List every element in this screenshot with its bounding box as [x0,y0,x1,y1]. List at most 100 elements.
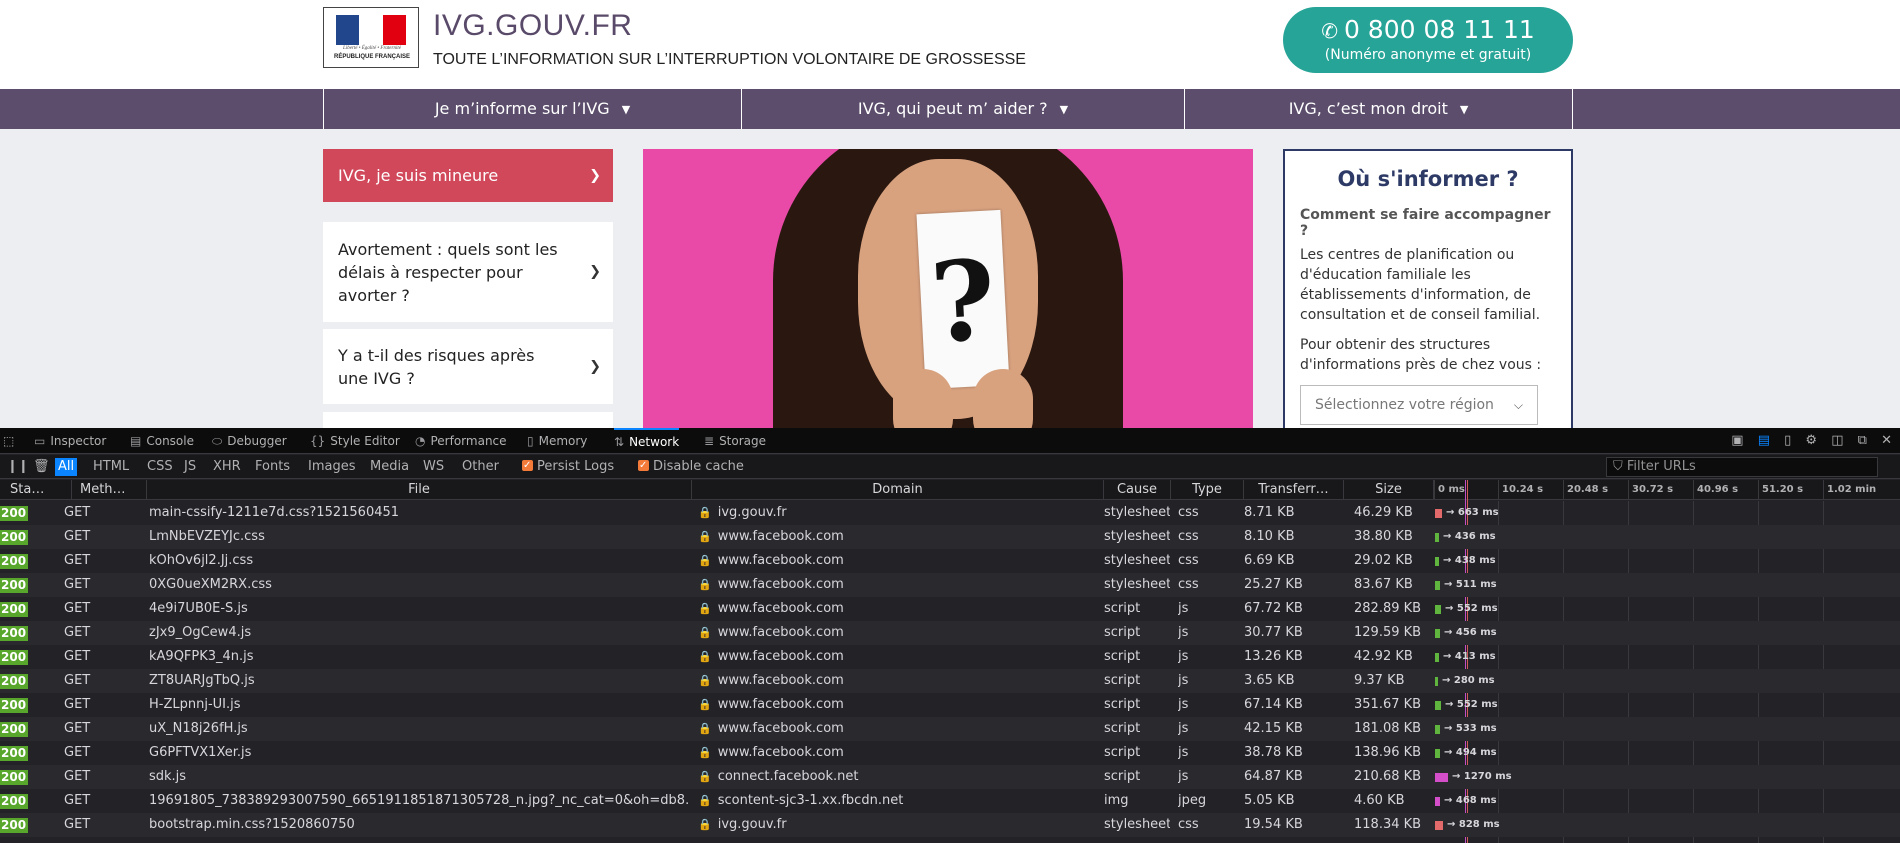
table-row[interactable]: 200 GET sdk.js 🔒 connect.facebook.net script j… [0,765,1900,789]
table-row[interactable]: 200 GET kA9QFPK3_4n.js 🔒 www.facebook.com scr… [0,645,1900,669]
tab-memory[interactable]: ▯ Memory [527,428,587,454]
column-header-cause[interactable]: Cause [1104,480,1171,500]
table-row[interactable]: 200 GET kOhOv6jl2.Jj.css 🔒 www.facebook.com s… [0,549,1900,573]
table-row[interactable]: 200 GET G6PFTVX1Xer.js 🔒 www.facebook.com scr… [0,741,1900,765]
column-header-size[interactable]: Size [1344,480,1434,500]
filter-button-images[interactable]: Images [305,458,359,476]
filter-button-media[interactable]: Media [367,458,412,476]
table-row[interactable]: 200 GET zJx9_OgCew4.js 🔒 www.facebook.com scr… [0,621,1900,645]
table-row[interactable]: 200 GET bootstrap.min.css?1520860750 🔒 ivg.g… [0,813,1900,837]
settings-gear-icon[interactable]: ⚙ [1805,433,1817,448]
domain-text: ivg.gouv.fr [717,817,787,832]
persist-logs-checkbox[interactable]: Persist Logs [522,457,614,476]
table-row[interactable]: 200 GET uX_N18j26fH.js 🔒 www.facebook.com scr… [0,717,1900,741]
tab-network[interactable]: ⇅ Network [614,428,680,454]
lock-icon: 🔒 [698,770,712,783]
waterfall-bar [1435,701,1441,710]
phone-number: 0 800 08 11 11 [1343,15,1535,44]
domain-cell: 🔒 www.facebook.com [698,645,1098,669]
type-cell: js [1178,745,1189,760]
region-select[interactable]: Sélectionnez votre région ⌵ [1300,385,1538,425]
dock-options-icon[interactable]: ▣ [1731,433,1743,448]
status-badge: 200 [0,674,28,689]
table-row[interactable]: 200 GET 0XG0ueXM2RX.css 🔒 www.facebook.com st… [0,573,1900,597]
cause-cell: script [1104,721,1141,736]
region-select-placeholder: Sélectionnez votre région [1315,397,1494,413]
type-cell: js [1178,697,1189,712]
element-picker-icon[interactable]: ⬚ [3,428,14,454]
column-header-method[interactable]: Meth… [72,480,147,500]
filter-button-other[interactable]: Other [459,458,502,476]
cause-cell: script [1104,769,1141,784]
column-header-type[interactable]: Type [1171,480,1244,500]
filter-button-js[interactable]: JS [181,458,199,476]
nav-item-droit[interactable]: IVG, c’est mon droit ▼ [1184,89,1573,129]
filter-button-css[interactable]: CSS [144,458,176,476]
table-row[interactable]: 200 GET 19691805_738389293007590_665191185… [0,789,1900,813]
domain-text: www.facebook.com [717,649,844,664]
pause-icon[interactable]: ❙❙ [4,458,32,476]
filter-button-html[interactable]: HTML [90,458,132,476]
type-cell: jpeg [1178,793,1207,808]
close-icon[interactable]: ✕ [1881,433,1892,448]
side-card-partial[interactable] [323,412,613,428]
style-editor-icon: {} [310,434,326,448]
side-card-risques[interactable]: Y a t-il des risques après une IVG ? ❯ [323,329,613,404]
tab-inspector[interactable]: ▭ Inspector [34,428,106,454]
domain-cell: 🔒 scontent-sjc3-1.xx.fbcdn.net [698,789,1098,813]
filter-button-fonts[interactable]: Fonts [252,458,293,476]
filter-urls-input[interactable]: ⛉ Filter URLs [1606,457,1878,477]
waterfall-label: → 828 ms [1447,819,1500,830]
republique-francaise-logo[interactable]: Liberté • Égalité • Fraternité RÉPUBLIQU… [323,7,419,68]
tab-debugger[interactable]: ⬭ Debugger [212,428,287,454]
disable-cache-checkbox[interactable]: Disable cache [638,457,744,476]
table-row[interactable]: 200 GET main-cssify-1211e7d.css?1521560451… [0,501,1900,525]
split-console-icon[interactable]: ▤ [1758,433,1770,448]
file-cell: 0XG0ueXM2RX.css [149,577,272,592]
domain-cell: 🔒 www.facebook.com [698,573,1098,597]
table-row[interactable]: 200 GET ZT8UARJgTbQ.js 🔒 www.facebook.com scr… [0,669,1900,693]
phone-note: (Numéro anonyme et gratuit) [1324,47,1532,63]
waterfall-bar [1435,509,1442,518]
tab-console[interactable]: ▤ Console [130,428,194,454]
filter-button-ws[interactable]: WS [420,458,447,476]
column-header-domain[interactable]: Domain [692,480,1104,500]
phone-button[interactable]: ✆ 0 800 08 11 11 (Numéro anonyme et gratu… [1283,7,1573,73]
file-cell: zJx9_OgCew4.js [149,625,252,640]
file-cell: 19691805_738389293007590_665191185187130… [149,793,689,808]
nav-item-aider[interactable]: IVG, qui peut m’ aider ? ▼ [741,89,1184,129]
info-box-title: Où s'informer ? [1337,167,1519,191]
responsive-design-icon[interactable]: ▯ [1784,433,1791,448]
column-header-status[interactable]: Sta… [0,480,72,500]
nav-item-informe[interactable]: Je m’informe sur l’IVG ▼ [323,89,741,129]
trash-icon[interactable]: 🗑 [30,458,53,476]
column-header-transferred[interactable]: Transferr… [1244,480,1344,500]
table-row[interactable]: 200 GET LmNbEVZEYJc.css 🔒 www.facebook.com st… [0,525,1900,549]
status-badge: 200 [0,770,28,785]
question-mark: ? [927,235,999,368]
undock-icon[interactable]: ⧉ [1858,433,1867,448]
method-cell: GET [64,625,91,640]
file-cell: 4e9i7UB0E-S.js [149,601,248,616]
tab-performance[interactable]: ◔ Performance [415,428,507,454]
dock-side-icon[interactable]: ◫ [1831,433,1843,448]
column-header-file[interactable]: File [147,480,692,500]
side-card-mineure[interactable]: IVG, je suis mineure ❯ [323,149,613,202]
lock-icon: 🔒 [698,794,712,807]
site-title[interactable]: IVG.GOUV.FR [433,9,632,43]
table-row[interactable]: 200 GET H-ZLpnnj-UI.js 🔒 www.facebook.com scr… [0,693,1900,717]
side-card-label: IVG, je suis mineure [338,166,499,185]
filter-button-all[interactable]: All [55,458,78,476]
lock-icon: 🔒 [698,626,712,639]
method-cell: GET [64,529,91,544]
timeline-tick: 40.96 s [1693,480,1738,500]
table-row[interactable]: 200 GET 4e9i7UB0E-S.js 🔒 www.facebook.com scr… [0,597,1900,621]
filter-button-xhr[interactable]: XHR [210,458,244,476]
network-icon: ⇅ [614,435,625,449]
side-card-delais[interactable]: Avortement : quels sont les délais à res… [323,222,613,322]
status-badge: 200 [0,722,28,737]
tab-storage[interactable]: ≣ Storage [704,428,766,454]
transferred-cell: 8.71 KB [1244,505,1295,520]
tab-style-editor[interactable]: {} Style Editor [310,428,400,454]
status-badge: 200 [0,506,28,521]
